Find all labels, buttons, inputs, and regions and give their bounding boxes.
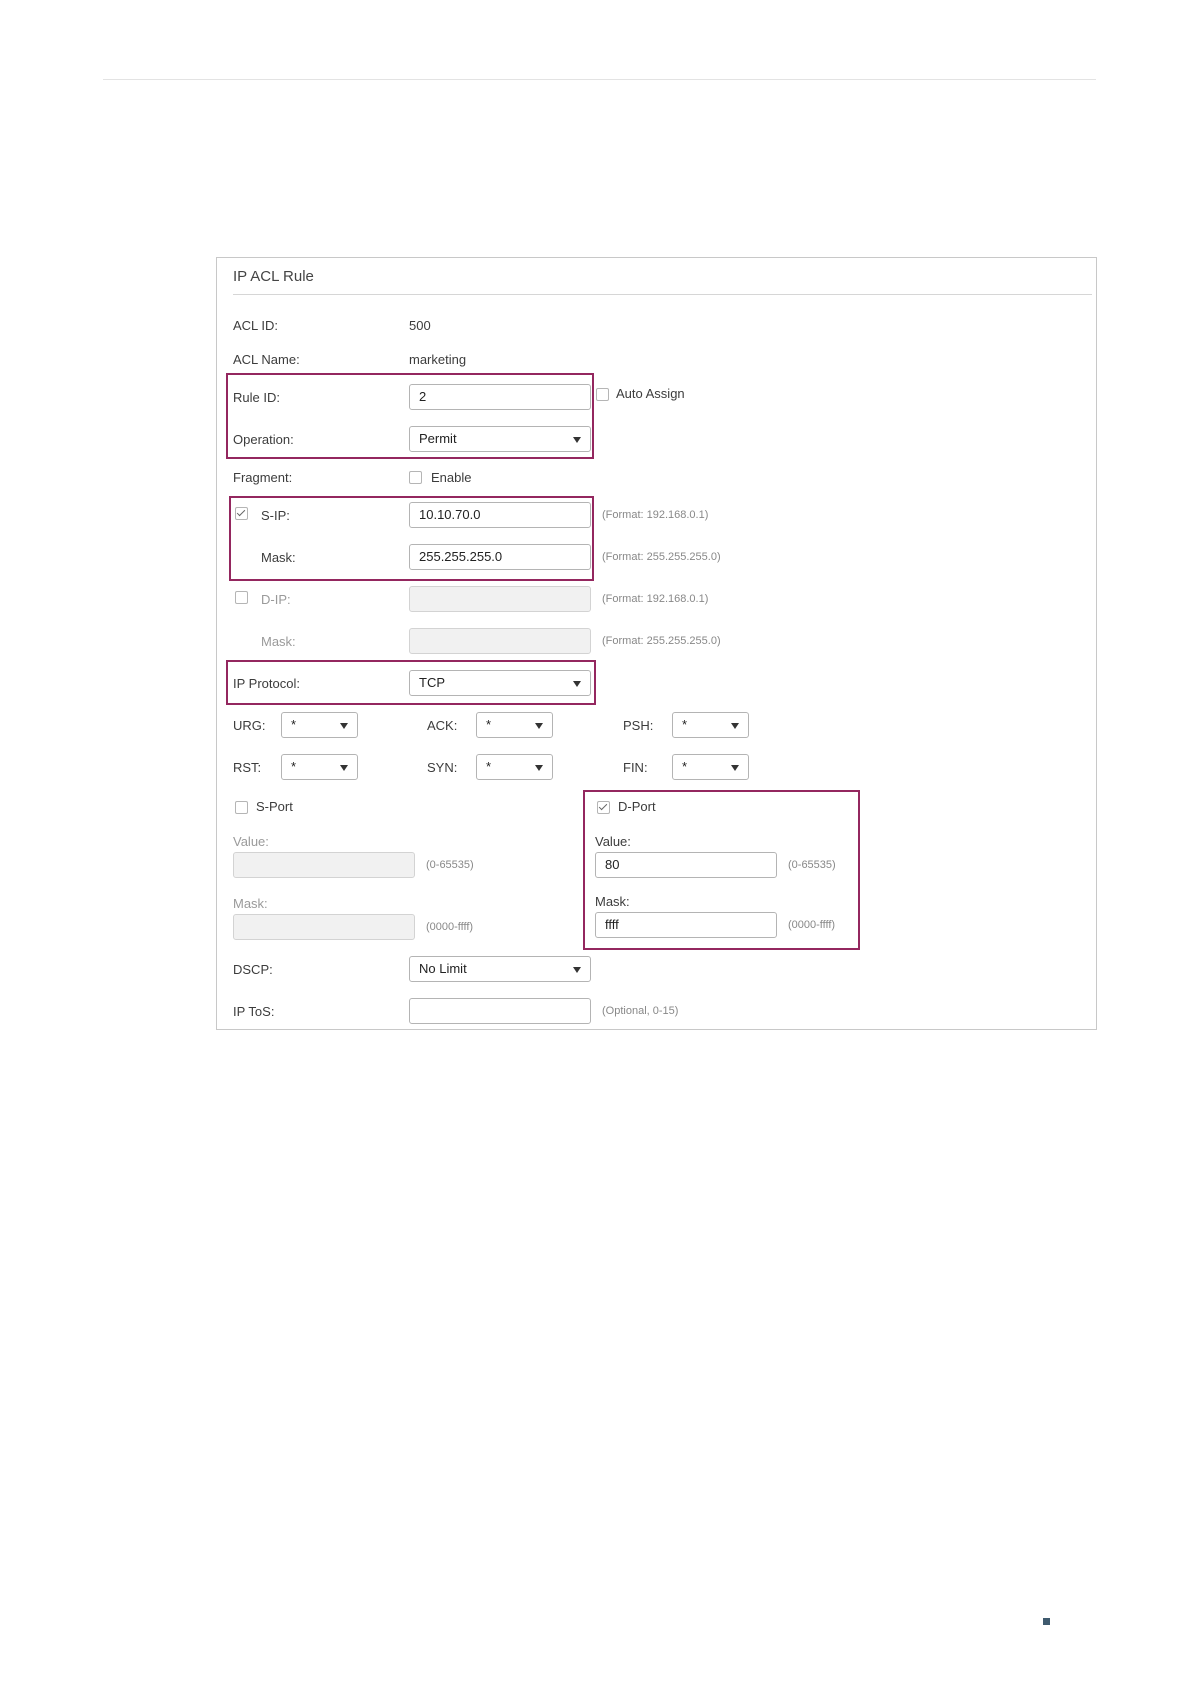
syn-value: * [486,759,492,774]
ack-label: ACK: [427,718,458,733]
auto-assign-checkbox[interactable] [596,388,609,401]
fragment-label: Fragment: [233,470,293,485]
panel-title-divider [233,294,1092,295]
s-port-checkbox[interactable] [235,801,248,814]
dscp-select[interactable]: No Limit [409,956,591,982]
psh-select[interactable]: * [672,712,749,738]
fin-select[interactable]: * [672,754,749,780]
urg-select[interactable]: * [281,712,358,738]
d-ip-label: D-IP: [261,592,291,607]
ip-tos-label: IP ToS: [233,1004,275,1019]
acl-name-value: marketing [409,352,467,367]
fragment-enable-checkbox[interactable] [409,471,422,484]
rst-label: RST: [233,760,262,775]
acl-id-value: 500 [409,318,431,333]
chevron-down-icon [340,765,348,771]
rst-value: * [291,759,297,774]
panel-title: IP ACL Rule [233,268,314,285]
d-ip-mask-input[interactable] [409,628,591,654]
highlight-box-rule-operation [226,373,594,459]
s-port-value-hint: (0-65535) [426,859,474,871]
acl-id-label: ACL ID: [233,318,279,333]
chevron-down-icon [340,723,348,729]
ip-tos-hint: (Optional, 0-15) [602,1005,679,1017]
s-ip-format-hint: (Format: 192.168.0.1) [602,509,709,521]
s-port-mask-label: Mask: [233,896,268,911]
highlight-box-source-ip [229,496,594,581]
page-top-divider [103,79,1096,80]
rst-select[interactable]: * [281,754,358,780]
dscp-label: DSCP: [233,962,273,977]
s-port-value-input[interactable] [233,852,415,878]
acl-name-label: ACL Name: [233,352,300,367]
highlight-box-ip-protocol [226,660,596,705]
syn-label: SYN: [427,760,458,775]
urg-value: * [291,717,297,732]
s-ip-mask-format-hint: (Format: 255.255.255.0) [602,551,721,563]
psh-label: PSH: [623,718,654,733]
chevron-down-icon [731,723,739,729]
psh-value: * [682,717,688,732]
ack-value: * [486,717,492,732]
s-port-mask-input[interactable] [233,914,415,940]
chevron-down-icon [535,765,543,771]
s-port-label: S-Port [256,799,293,814]
d-ip-mask-format-hint: (Format: 255.255.255.0) [602,635,721,647]
chevron-down-icon [731,765,739,771]
syn-select[interactable]: * [476,754,553,780]
ack-select[interactable]: * [476,712,553,738]
page-corner-marker [1043,1618,1050,1625]
s-port-value-label: Value: [233,834,269,849]
d-ip-mask-label: Mask: [261,634,296,649]
urg-label: URG: [233,718,266,733]
fin-value: * [682,759,688,774]
fin-label: FIN: [623,760,648,775]
fragment-enable-label: Enable [431,470,472,485]
chevron-down-icon [535,723,543,729]
s-port-mask-hint: (0000-ffff) [426,921,474,933]
d-ip-checkbox[interactable] [235,591,248,604]
ip-acl-rule-panel: IP ACL Rule ACL ID: 500 ACL Name: market… [216,257,1097,1030]
d-ip-format-hint: (Format: 192.168.0.1) [602,593,709,605]
auto-assign-label: Auto Assign [616,386,685,401]
highlight-box-destination-port [583,790,860,950]
d-ip-input[interactable] [409,586,591,612]
dscp-value: No Limit [419,961,467,976]
chevron-down-icon [573,967,581,973]
ip-tos-input[interactable] [409,998,591,1024]
